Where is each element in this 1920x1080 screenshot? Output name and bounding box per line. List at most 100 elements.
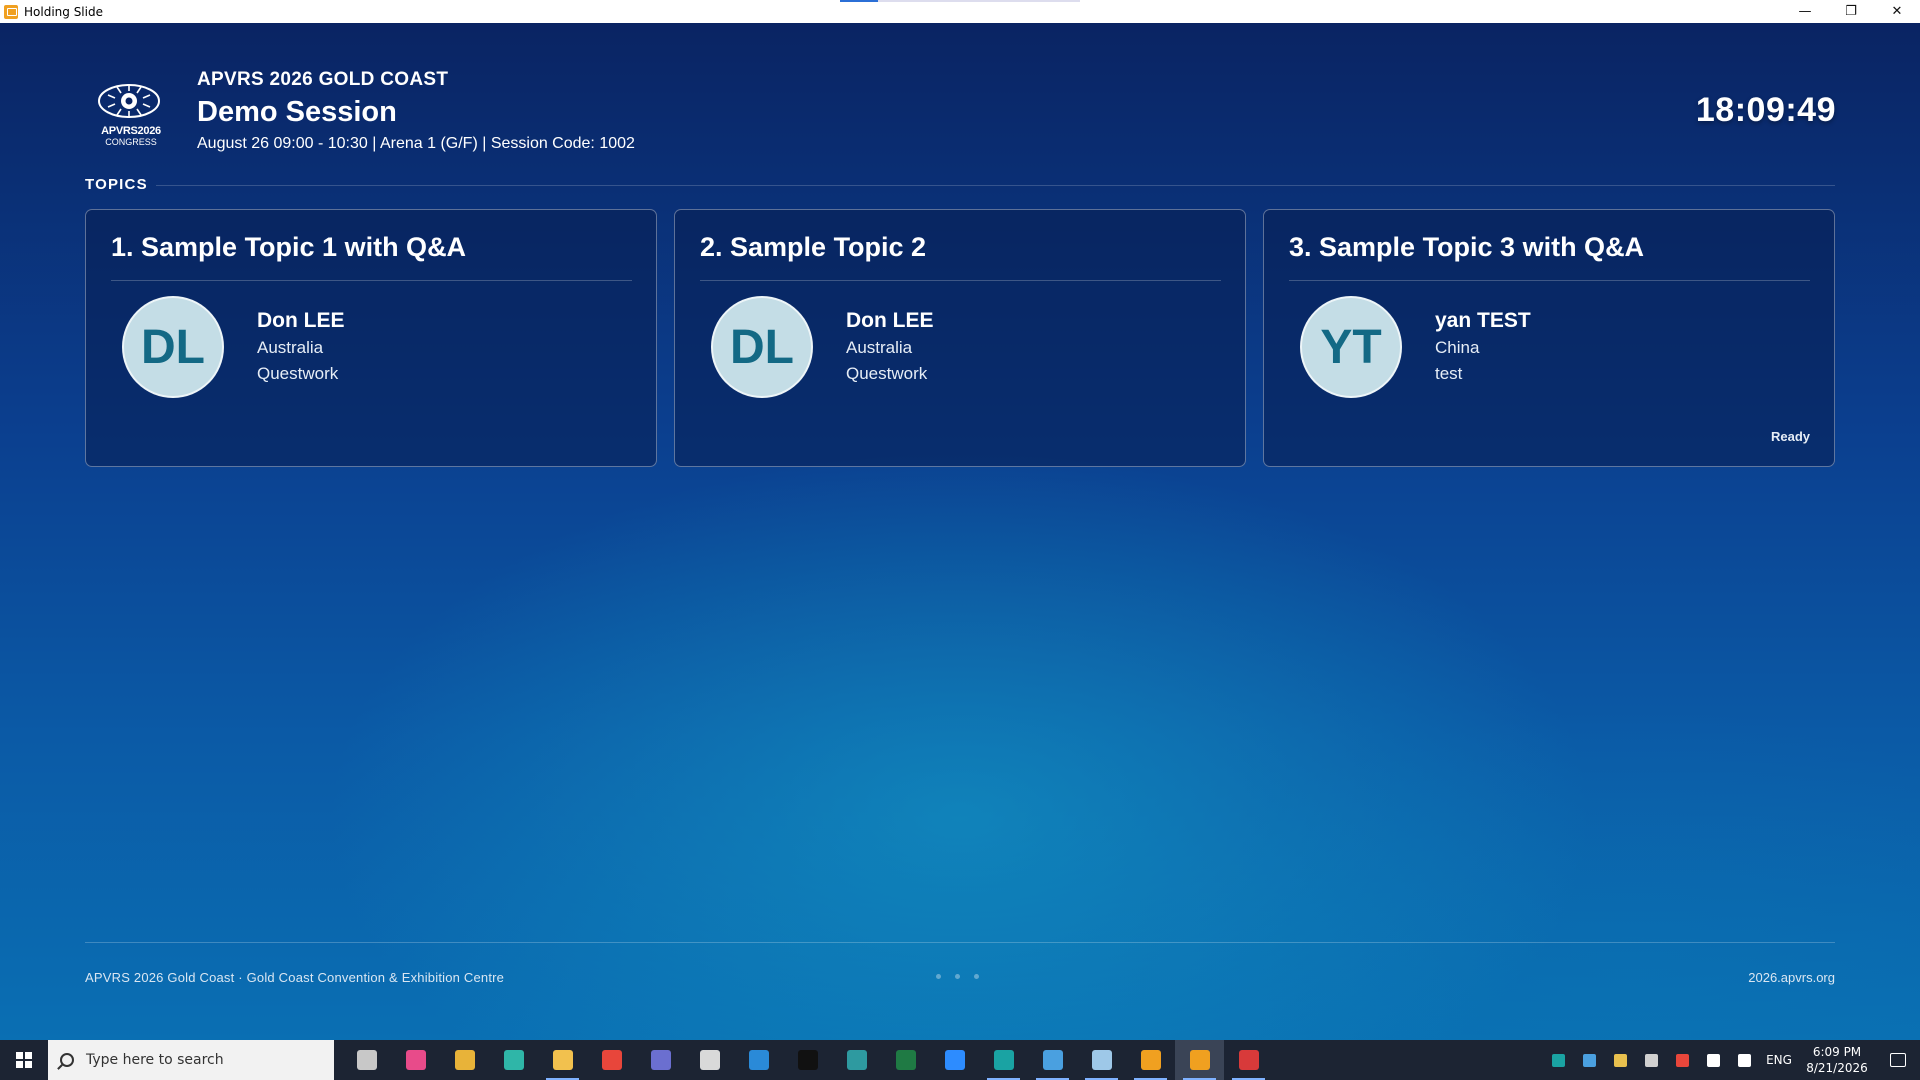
speaker-country: Australia	[257, 338, 324, 357]
card-divider	[111, 280, 632, 281]
chrome-icon	[454, 1050, 475, 1070]
task-view-icon	[356, 1050, 377, 1070]
start-button[interactable]	[0, 1040, 48, 1080]
windows-taskbar: Type here to search ENG 6:09 PM 8/21/202…	[0, 1040, 1920, 1080]
tray-date: 8/21/2026	[1806, 1061, 1868, 1075]
teams-icon	[650, 1050, 671, 1070]
ssh-client-taskbar-button[interactable]	[832, 1040, 881, 1080]
session-meta: August 26 09:00 - 10:30 | Arena 1 (G/F) …	[197, 135, 635, 152]
speaker-avatar: YT	[1300, 296, 1402, 398]
snipping-tool-taskbar-button[interactable]	[1224, 1040, 1273, 1080]
restore-button[interactable]: ❐	[1828, 0, 1874, 23]
terminal-icon	[797, 1050, 818, 1070]
speaker-avatar: DL	[711, 296, 813, 398]
ssh-client-icon	[846, 1050, 867, 1070]
tray-time: 6:09 PM	[1812, 1045, 1862, 1059]
remote-desktop-icon	[1042, 1050, 1063, 1070]
topics-label: TOPICS	[85, 176, 148, 193]
topic-card[interactable]: 2. Sample Topic 2 DL Don LEE Australia Q…	[674, 209, 1246, 467]
footer-website: 2026.apvrs.org	[1748, 970, 1835, 985]
page-dot[interactable]	[974, 974, 979, 979]
congress-logo: APVRS2026 CONGRESS	[96, 81, 166, 151]
windows-logo-icon	[16, 1052, 32, 1068]
minimize-button[interactable]: —	[1782, 0, 1828, 23]
card-divider	[1289, 280, 1810, 281]
holding-slide-icon	[1189, 1050, 1210, 1070]
volume-muted-icon[interactable]	[1729, 1040, 1760, 1080]
zoom-taskbar-button[interactable]	[930, 1040, 979, 1080]
paint-app-icon	[405, 1050, 426, 1070]
teams-taskbar-button[interactable]	[636, 1040, 685, 1080]
clock-datetime[interactable]: 6:09 PM 8/21/2026	[1798, 1044, 1876, 1076]
remote-desktop-taskbar-button[interactable]	[1028, 1040, 1077, 1080]
loading-progress-bar	[840, 0, 1080, 2]
eye-logo-icon	[98, 84, 160, 118]
paint-app-taskbar-button[interactable]	[391, 1040, 440, 1080]
search-icon	[60, 1053, 74, 1067]
file-explorer-taskbar-button[interactable]	[538, 1040, 587, 1080]
app-tray-icon[interactable]	[1543, 1040, 1574, 1080]
window-title: Holding Slide	[24, 4, 103, 19]
security-icon-glyph	[1614, 1053, 1627, 1067]
notification-icon	[1890, 1053, 1906, 1067]
network-icon[interactable]	[1698, 1040, 1729, 1080]
topic-status: Ready	[1770, 429, 1810, 444]
topic-card[interactable]: 3. Sample Topic 3 with Q&A YT yan TEST C…	[1263, 209, 1835, 467]
topic-cards: 1. Sample Topic 1 with Q&A DL Don LEE Au…	[85, 209, 1835, 467]
settings-icon	[699, 1050, 720, 1070]
edge-taskbar-button[interactable]	[489, 1040, 538, 1080]
taskbar-apps	[342, 1040, 1273, 1080]
topic-card[interactable]: 1. Sample Topic 1 with Q&A DL Don LEE Au…	[85, 209, 657, 467]
window-title-bar: Holding Slide — ❐ ✕	[0, 0, 1920, 23]
chrome-taskbar-button[interactable]	[440, 1040, 489, 1080]
notification-center-button[interactable]	[1876, 1040, 1920, 1080]
speaker-name: Don LEE	[846, 309, 934, 332]
speaker-country: China	[1435, 338, 1480, 357]
excel-taskbar-button[interactable]	[881, 1040, 930, 1080]
footer-venue: APVRS 2026 Gold Coast · Gold Coast Conve…	[85, 970, 505, 985]
close-button[interactable]: ✕	[1874, 0, 1920, 23]
volume-muted-icon-glyph	[1738, 1053, 1751, 1067]
topic-title: 1. Sample Topic 1 with Q&A	[111, 232, 467, 262]
topic-title: 3. Sample Topic 3 with Q&A	[1289, 232, 1645, 262]
anydesk-taskbar-button[interactable]	[587, 1040, 636, 1080]
tray-icons	[1543, 1040, 1760, 1080]
page-dot[interactable]	[936, 974, 941, 979]
bluetooth-icon[interactable]	[1636, 1040, 1667, 1080]
topic-title: 2. Sample Topic 2	[700, 232, 927, 262]
sync-icon-glyph	[1583, 1053, 1596, 1067]
vscode-taskbar-button[interactable]	[734, 1040, 783, 1080]
holding-slide-taskbar-button[interactable]	[1175, 1040, 1224, 1080]
session-title: Demo Session	[197, 96, 397, 128]
bookmark-app-taskbar-button[interactable]	[1126, 1040, 1175, 1080]
taskbar-search-box[interactable]: Type here to search	[48, 1040, 334, 1080]
topics-divider	[156, 185, 1835, 186]
terminal-taskbar-button[interactable]	[783, 1040, 832, 1080]
bookmark-app-icon	[1140, 1050, 1161, 1070]
event-name: APVRS 2026 GOLD COAST	[197, 69, 449, 90]
network-icon-glyph	[1707, 1053, 1720, 1067]
sync-icon[interactable]	[1574, 1040, 1605, 1080]
settings-taskbar-button[interactable]	[685, 1040, 734, 1080]
vscode-icon	[748, 1050, 769, 1070]
security-icon[interactable]	[1605, 1040, 1636, 1080]
logo-subtext: CONGRESS	[105, 137, 157, 147]
snipping-tool-icon	[1238, 1050, 1259, 1070]
search-placeholder: Type here to search	[86, 1052, 224, 1068]
edge-icon	[503, 1050, 524, 1070]
page-dot[interactable]	[955, 974, 960, 979]
notes-app-taskbar-button[interactable]	[1077, 1040, 1126, 1080]
speaker-country: Australia	[846, 338, 913, 357]
anydesk-icon	[601, 1050, 622, 1070]
file-explorer-icon	[552, 1050, 573, 1070]
app-tray-icon-glyph	[1552, 1053, 1565, 1067]
app-icon	[4, 4, 18, 19]
page-indicator	[936, 974, 979, 979]
language-indicator[interactable]: ENG	[1760, 1053, 1798, 1067]
card-divider	[700, 280, 1221, 281]
speaker-organization: test	[1435, 364, 1463, 383]
anydesk-tray-icon[interactable]	[1667, 1040, 1698, 1080]
media-app-taskbar-button[interactable]	[979, 1040, 1028, 1080]
task-view-taskbar-button[interactable]	[342, 1040, 391, 1080]
bluetooth-icon-glyph	[1645, 1053, 1658, 1067]
